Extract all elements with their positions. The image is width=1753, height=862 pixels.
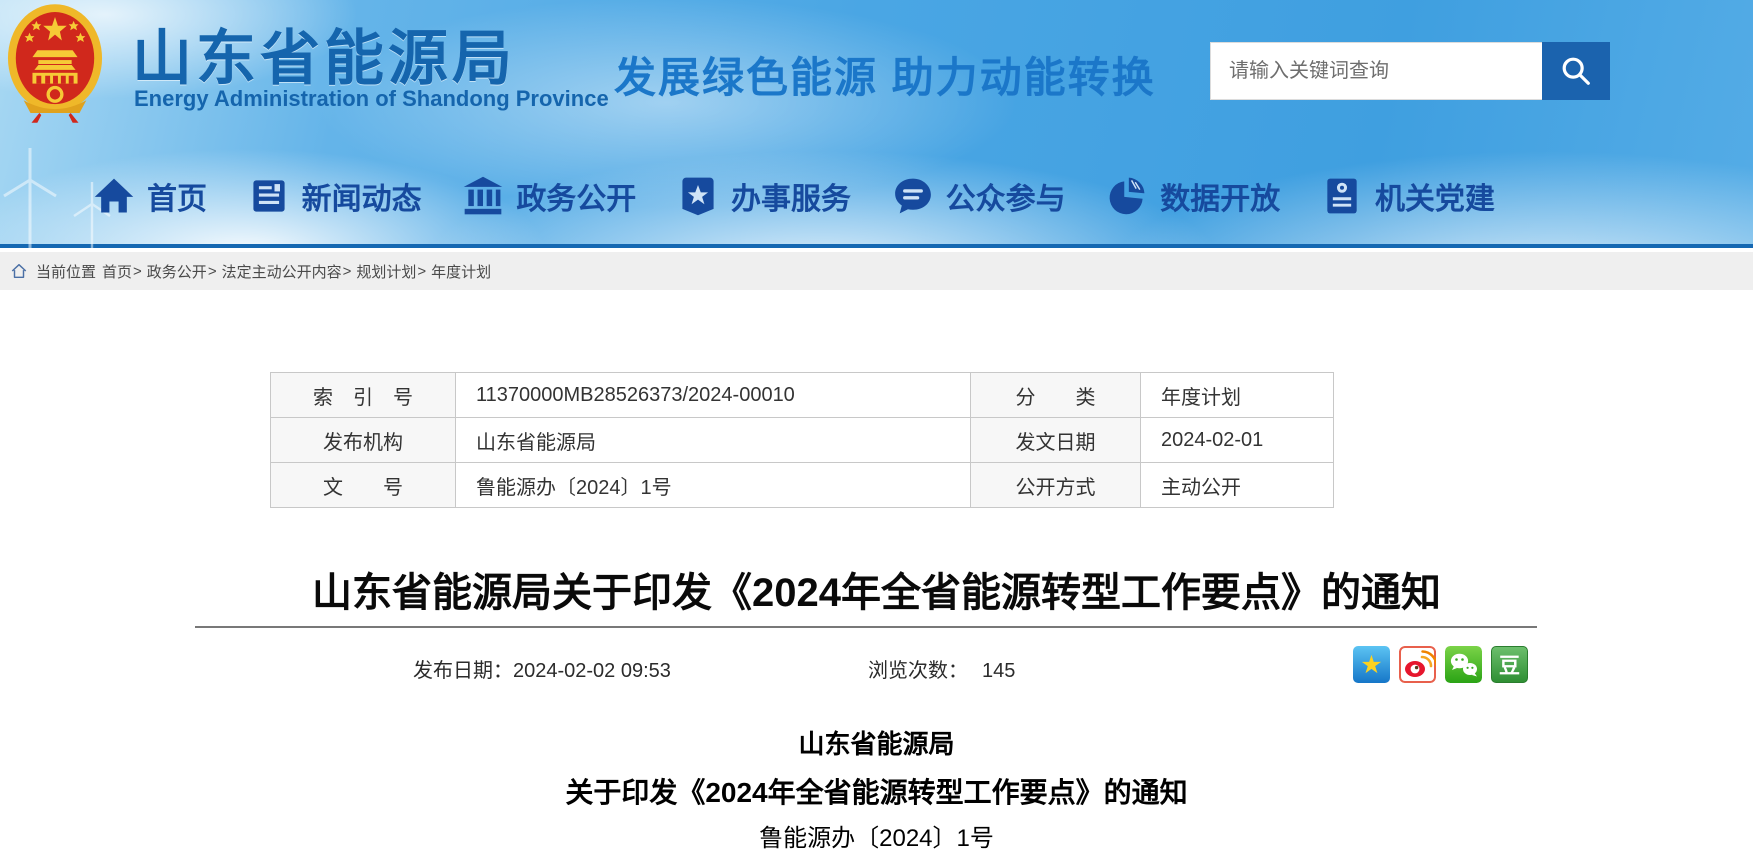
site-title-english: Energy Administration of Shandong Provin… [134, 86, 609, 112]
category-value: 年度计划 [1141, 373, 1334, 418]
badge-star-icon [676, 174, 720, 218]
nav-item-news[interactable]: 新闻动态 [247, 174, 422, 218]
doc-number-value: 鲁能源办〔2024〕1号 [456, 463, 971, 508]
weibo-share-icon[interactable] [1399, 646, 1436, 683]
weibo-logo [1399, 646, 1436, 683]
view-count-label: 浏览次数： [868, 660, 968, 682]
breadcrumb-separator: > [208, 263, 217, 280]
article-meta: 发布日期：2024-02-02 09:53 浏览次数： 145 ★ [0, 645, 1753, 685]
douban-glyph: 豆 [1499, 650, 1520, 680]
article-body-title-line: 关于印发《2024年全省能源转型工作要点》的通知 [0, 771, 1753, 811]
breadcrumb-item-annual-plan[interactable]: 年度计划 [431, 261, 491, 282]
disclosure-mode-value: 主动公开 [1141, 463, 1334, 508]
nav-item-open-data[interactable]: 数据开放 [1105, 174, 1280, 218]
news-icon [247, 174, 291, 218]
breadcrumb-separator: > [133, 263, 142, 280]
party-card-icon [1320, 174, 1364, 218]
qzone-share-icon[interactable]: ★ [1353, 646, 1390, 683]
nav-item-home[interactable]: 首页 [92, 174, 207, 218]
douban-share-icon[interactable]: 豆 [1491, 646, 1528, 683]
nav-item-label: 机关党建 [1375, 174, 1495, 218]
doc-info-table: 索 引 号 11370000MB28526373/2024-00010 分 类 … [270, 372, 1334, 508]
article-body-doc-number-line: 鲁能源办〔2024〕1号 [0, 818, 1753, 853]
breadcrumb-separator: > [417, 263, 426, 280]
share-bar: ★ [1353, 646, 1528, 683]
issue-date-value: 2024-02-01 [1141, 418, 1334, 463]
wechat-logo [1445, 646, 1482, 683]
nav-item-public-participation[interactable]: 公众参与 [891, 174, 1066, 218]
nav-item-label: 政务公开 [516, 174, 636, 218]
site-title: 山东省能源局 [132, 10, 516, 97]
wechat-share-icon[interactable] [1445, 646, 1482, 683]
nav-item-label: 公众参与 [946, 174, 1066, 218]
breadcrumb-item-home[interactable]: 首页 [102, 261, 132, 282]
home-icon [92, 174, 136, 218]
search-box [1210, 42, 1610, 100]
nav-item-label: 办事服务 [731, 174, 851, 218]
issuing-agency-label: 发布机构 [271, 418, 456, 463]
issue-date-label: 发文日期 [971, 418, 1141, 463]
breadcrumb-item-plans[interactable]: 规划计划 [356, 261, 416, 282]
disclosure-mode-label: 公开方式 [971, 463, 1141, 508]
site-slogan: 发展绿色能源 助力动能转换 [614, 44, 1156, 105]
qzone-star-glyph: ★ [1360, 650, 1382, 680]
chat-bubble-icon [891, 174, 935, 218]
search-button[interactable] [1542, 42, 1610, 100]
doc-info-row: 索 引 号 11370000MB28526373/2024-00010 分 类 … [271, 373, 1334, 418]
publish-date: 发布日期：2024-02-02 09:53 [413, 654, 671, 683]
main-navigation: 首页 新闻动态 政务公开 [0, 166, 1753, 226]
national-emblem-logo [6, 3, 104, 125]
view-count: 浏览次数： 145 [868, 654, 1015, 683]
article-title: 山东省能源局关于印发《2024年全省能源转型工作要点》的通知 [0, 560, 1753, 618]
category-label: 分 类 [971, 373, 1141, 418]
index-number-value: 11370000MB28526373/2024-00010 [456, 373, 971, 418]
breadcrumb-item-statutory-disclosure[interactable]: 法定主动公开内容 [222, 261, 342, 282]
index-number-label: 索 引 号 [271, 373, 456, 418]
nav-item-party-building[interactable]: 机关党建 [1320, 174, 1495, 218]
breadcrumb: 当前位置 首页 > 政务公开 > 法定主动公开内容 > 规划计划 > 年度计划 [0, 252, 1753, 290]
publish-date-value: 2024-02-02 09:53 [513, 660, 671, 682]
breadcrumb-prefix: 当前位置 [36, 261, 96, 282]
breadcrumb-home-icon [10, 262, 28, 280]
gov-building-icon [461, 174, 505, 218]
nav-item-label: 数据开放 [1160, 174, 1280, 218]
search-input[interactable] [1210, 42, 1542, 100]
nav-item-gov-affairs[interactable]: 政务公开 [461, 174, 636, 218]
nav-item-label: 新闻动态 [302, 174, 422, 218]
doc-number-label: 文 号 [271, 463, 456, 508]
nav-item-label: 首页 [147, 174, 207, 218]
title-divider [195, 626, 1537, 628]
doc-info-row: 文 号 鲁能源办〔2024〕1号 公开方式 主动公开 [271, 463, 1334, 508]
pie-chart-icon [1105, 174, 1149, 218]
breadcrumb-separator: > [343, 263, 352, 280]
publish-date-label: 发布日期： [413, 660, 513, 682]
nav-item-services[interactable]: 办事服务 [676, 174, 851, 218]
article-body-agency-line: 山东省能源局 [0, 724, 1753, 761]
site-header: 山东省能源局 Energy Administration of Shandong… [0, 0, 1753, 248]
doc-info-row: 发布机构 山东省能源局 发文日期 2024-02-01 [271, 418, 1334, 463]
issuing-agency-value: 山东省能源局 [456, 418, 971, 463]
breadcrumb-item-gov-affairs[interactable]: 政务公开 [147, 261, 207, 282]
view-count-value: 145 [982, 660, 1015, 682]
search-icon [1559, 54, 1593, 88]
